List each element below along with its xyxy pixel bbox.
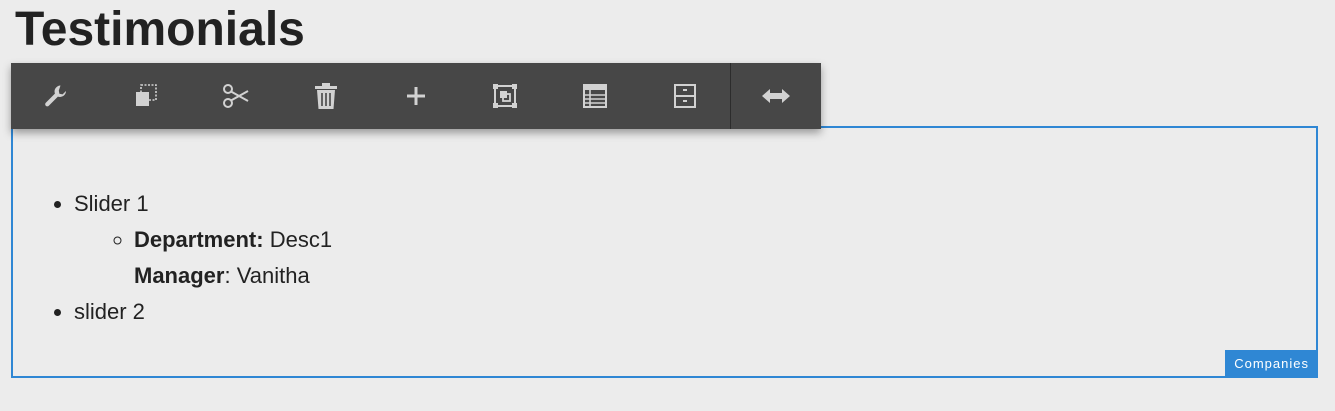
- cut-button[interactable]: [191, 63, 281, 129]
- department-label: Department:: [134, 227, 264, 252]
- manager-value: : Vanitha: [224, 263, 310, 288]
- add-button[interactable]: [371, 63, 461, 129]
- table-button[interactable]: [550, 63, 640, 129]
- group-button[interactable]: [460, 63, 550, 129]
- trash-icon: [313, 82, 339, 110]
- list-item: Department: Desc1 Manager: Vanitha: [134, 222, 332, 294]
- slider-label: Slider 1: [74, 191, 149, 216]
- component-type-badge: Companies: [1225, 350, 1318, 378]
- testimonials-component[interactable]: Slider 1 Department: Desc1 Manager: Vani…: [11, 126, 1318, 378]
- delete-button[interactable]: [281, 63, 371, 129]
- copy-icon: [133, 83, 159, 109]
- department-value: Desc1: [263, 227, 333, 252]
- resize-horizontal-icon: [761, 86, 791, 106]
- scissors-icon: [222, 83, 250, 109]
- manager-line: Manager: Vanitha: [134, 258, 332, 294]
- copy-button[interactable]: [101, 63, 191, 129]
- slider-list: Slider 1 Department: Desc1 Manager: Vani…: [13, 186, 332, 330]
- cabinet-icon: [672, 83, 698, 109]
- manager-label: Manager: [134, 263, 225, 288]
- list-item: slider 2: [74, 294, 332, 330]
- wrench-icon: [43, 83, 69, 109]
- testimonials-content: Slider 1 Department: Desc1 Manager: Vani…: [13, 186, 332, 330]
- resize-button[interactable]: [731, 63, 821, 129]
- component-toolbar: [11, 63, 821, 129]
- cabinet-button[interactable]: [640, 63, 730, 129]
- page-title: Testimonials: [15, 3, 305, 56]
- settings-button[interactable]: [11, 63, 101, 129]
- slider-label: slider 2: [74, 299, 145, 324]
- table-icon: [582, 83, 608, 109]
- list-item: Slider 1 Department: Desc1 Manager: Vani…: [74, 186, 332, 294]
- group-icon: [492, 83, 518, 109]
- plus-icon: [404, 84, 428, 108]
- slider-details: Department: Desc1 Manager: Vanitha: [74, 222, 332, 294]
